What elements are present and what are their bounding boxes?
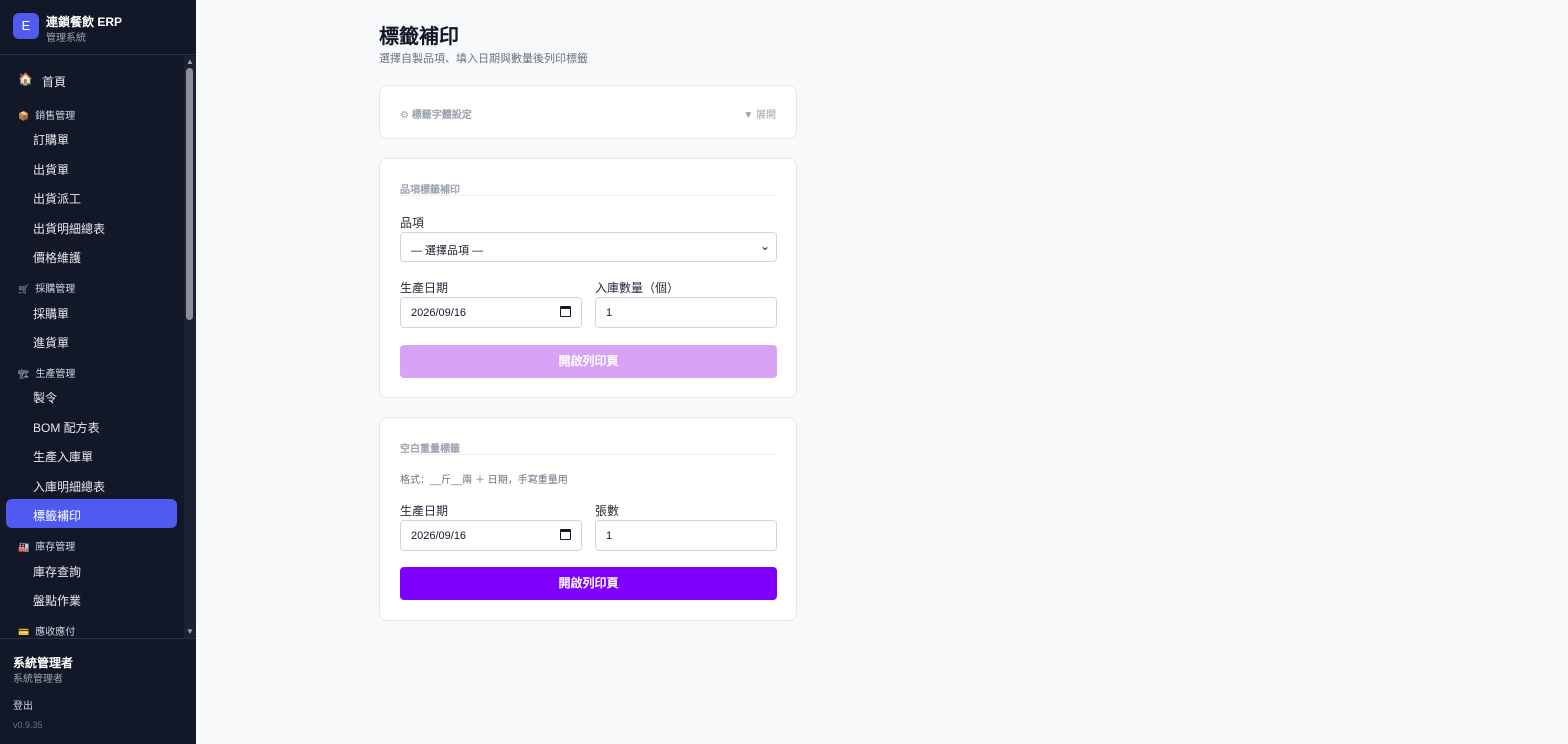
sidebar-item-receiving[interactable]: 進貨單 — [6, 326, 177, 355]
quantity-value: 1 — [606, 307, 613, 319]
user-block: 系統管理者 系統管理者 登出 v0.9.35 — [0, 638, 196, 744]
sidebar-item-bom[interactable]: BOM 配方表 — [6, 411, 177, 440]
section-title: 空白重量標籤 — [400, 444, 460, 455]
brand-logo: E — [13, 13, 39, 39]
quantity-input[interactable]: 1 — [595, 297, 777, 328]
open-print-page-button[interactable]: 開啟列印頁 — [400, 567, 777, 600]
item-select-value: — 選擇品項 — — [411, 245, 484, 257]
format-hint: 格式：__斤__兩 ＋ 日期，手寫重量用 — [400, 475, 568, 486]
divider — [400, 195, 776, 196]
sidebar-item-work-order[interactable]: 製令 — [6, 381, 177, 410]
nav-group-inventory[interactable]: 🏭 庫存管理 — [18, 538, 75, 553]
qty-field-label: 入庫數量（個） — [595, 281, 680, 295]
card-icon: 💳 — [18, 627, 30, 637]
nav-group-label: 銷售管理 — [35, 111, 76, 122]
font-settings-title: ⚙ 標籤字體設定 — [400, 110, 472, 121]
blank-weight-label-card: 空白重量標籤 格式：__斤__兩 ＋ 日期，手寫重量用 生產日期 2026/09… — [379, 417, 797, 621]
sidebar-item-label: 標籤補印 — [33, 509, 82, 523]
user-name: 系統管理者 — [13, 656, 74, 670]
item-field-label: 品項 — [400, 216, 425, 230]
sidebar-item-label: 首頁 — [42, 75, 67, 89]
brand-name: 連鎖餐飲 ERP — [46, 15, 123, 29]
calendar-icon[interactable] — [560, 306, 571, 317]
sidebar-item-price[interactable]: 價格維護 — [6, 241, 177, 270]
date-field-label: 生產日期 — [400, 504, 449, 518]
sidebar-item-label: 採購單 — [33, 307, 70, 321]
item-label-card: 品項標籤補印 品項 — 選擇品項 — ⌄ 生產日期 2026/09/16 入庫數… — [379, 158, 797, 398]
expand-toggle[interactable]: ▼ 展開 — [743, 106, 776, 121]
blank-production-date-input[interactable]: 2026/09/16 — [400, 520, 582, 551]
page-title: 標籤補印 — [379, 26, 459, 48]
page-description: 選擇自製品項、填入日期與數量後列印標籤 — [379, 53, 588, 65]
scroll-up-icon[interactable]: ▲ — [186, 58, 194, 66]
sidebar-item-stocktake[interactable]: 盤點作業 — [6, 584, 177, 613]
sidebar-item-purchase-order[interactable]: 採購單 — [6, 297, 177, 326]
sidebar-item-label: 庫存查詢 — [33, 565, 82, 579]
sheets-value: 1 — [606, 530, 613, 542]
sidebar-scrollbar[interactable]: ▲ ▼ — [184, 56, 196, 638]
warehouse-icon: 🏭 — [18, 542, 30, 552]
sidebar-item-label: 出貨明細總表 — [33, 222, 106, 236]
divider — [400, 454, 776, 455]
sidebar-item-label-reprint[interactable]: 標籤補印 — [6, 499, 177, 528]
home-icon: 🏠 — [18, 72, 33, 86]
nav-group-label: 採購管理 — [35, 284, 76, 295]
sidebar-item-shipping[interactable]: 出貨單 — [6, 153, 177, 182]
cart-icon: 🛒 — [18, 284, 30, 294]
logout-link[interactable]: 登出 — [13, 697, 33, 712]
chevron-down-icon: ⌄ — [759, 239, 770, 253]
sidebar-item-label: 入庫明細總表 — [33, 480, 106, 494]
sidebar-item-label: 盤點作業 — [33, 594, 82, 608]
sidebar-item-label: BOM 配方表 — [33, 421, 100, 435]
nav-group-production[interactable]: 🏗 生產管理 — [18, 365, 75, 380]
sidebar-item-label: 價格維護 — [33, 251, 82, 265]
date-value: 2026/09/16 — [411, 307, 467, 319]
sidebar-item-home[interactable]: 🏠 首頁 — [6, 65, 177, 94]
open-print-page-button[interactable]: 開啟列印頁 — [400, 345, 777, 378]
brand: E 連鎖餐飲 ERP 管理系統 — [0, 0, 196, 55]
nav-group-label: 應收應付 — [35, 627, 76, 638]
brand-subtitle: 管理系統 — [46, 33, 86, 44]
nav-group-label: 生產管理 — [35, 369, 76, 380]
factory-icon: 🏗 — [18, 369, 30, 379]
section-title: 品項標籤補印 — [400, 185, 460, 196]
date-field-label: 生產日期 — [400, 281, 449, 295]
user-role: 系統管理者 — [13, 674, 63, 685]
sidebar: E 連鎖餐飲 ERP 管理系統 🏠 首頁 📦 銷售管理 訂購單 出貨單 出貨派工 … — [0, 0, 196, 744]
calendar-icon[interactable] — [560, 529, 571, 540]
nav-group-purchase[interactable]: 🛒 採購管理 — [18, 280, 75, 295]
sheets-field-label: 張數 — [595, 504, 620, 518]
sidebar-item-ship-detail[interactable]: 出貨明細總表 — [6, 212, 177, 241]
sidebar-item-prod-in[interactable]: 生產入庫單 — [6, 440, 177, 469]
production-date-input[interactable]: 2026/09/16 — [400, 297, 582, 328]
sidebar-item-label: 製令 — [33, 391, 58, 405]
nav-group-sales[interactable]: 📦 銷售管理 — [18, 107, 75, 122]
sidebar-item-label: 出貨單 — [33, 163, 70, 177]
sidebar-item-label: 進貨單 — [33, 336, 70, 350]
sidebar-item-label: 生產入庫單 — [33, 450, 94, 464]
sidebar-item-in-detail[interactable]: 入庫明細總表 — [6, 470, 177, 499]
sidebar-nav: 🏠 首頁 📦 銷售管理 訂購單 出貨單 出貨派工 出貨明細總表 價格維護 🛒 採購管… — [0, 56, 196, 638]
sidebar-item-orders[interactable]: 訂購單 — [6, 123, 177, 152]
nav-group-label: 庫存管理 — [35, 542, 76, 553]
date-value: 2026/09/16 — [411, 530, 467, 542]
item-select[interactable]: — 選擇品項 — ⌄ — [400, 232, 777, 262]
sidebar-item-label: 訂購單 — [33, 133, 70, 147]
app-version: v0.9.35 — [13, 720, 43, 730]
box-icon: 📦 — [18, 111, 30, 121]
scrollbar-thumb[interactable] — [186, 68, 193, 320]
sidebar-item-dispatch[interactable]: 出貨派工 — [6, 182, 177, 211]
nav-group-finance[interactable]: 💳 應收應付 — [18, 623, 75, 638]
sidebar-item-stock-query[interactable]: 庫存查詢 — [6, 555, 177, 584]
font-settings-card[interactable]: ⚙ 標籤字體設定 ▼ 展開 — [379, 85, 797, 139]
sheets-input[interactable]: 1 — [595, 520, 777, 551]
sidebar-item-label: 出貨派工 — [33, 192, 82, 206]
scroll-down-icon[interactable]: ▼ — [186, 628, 194, 636]
